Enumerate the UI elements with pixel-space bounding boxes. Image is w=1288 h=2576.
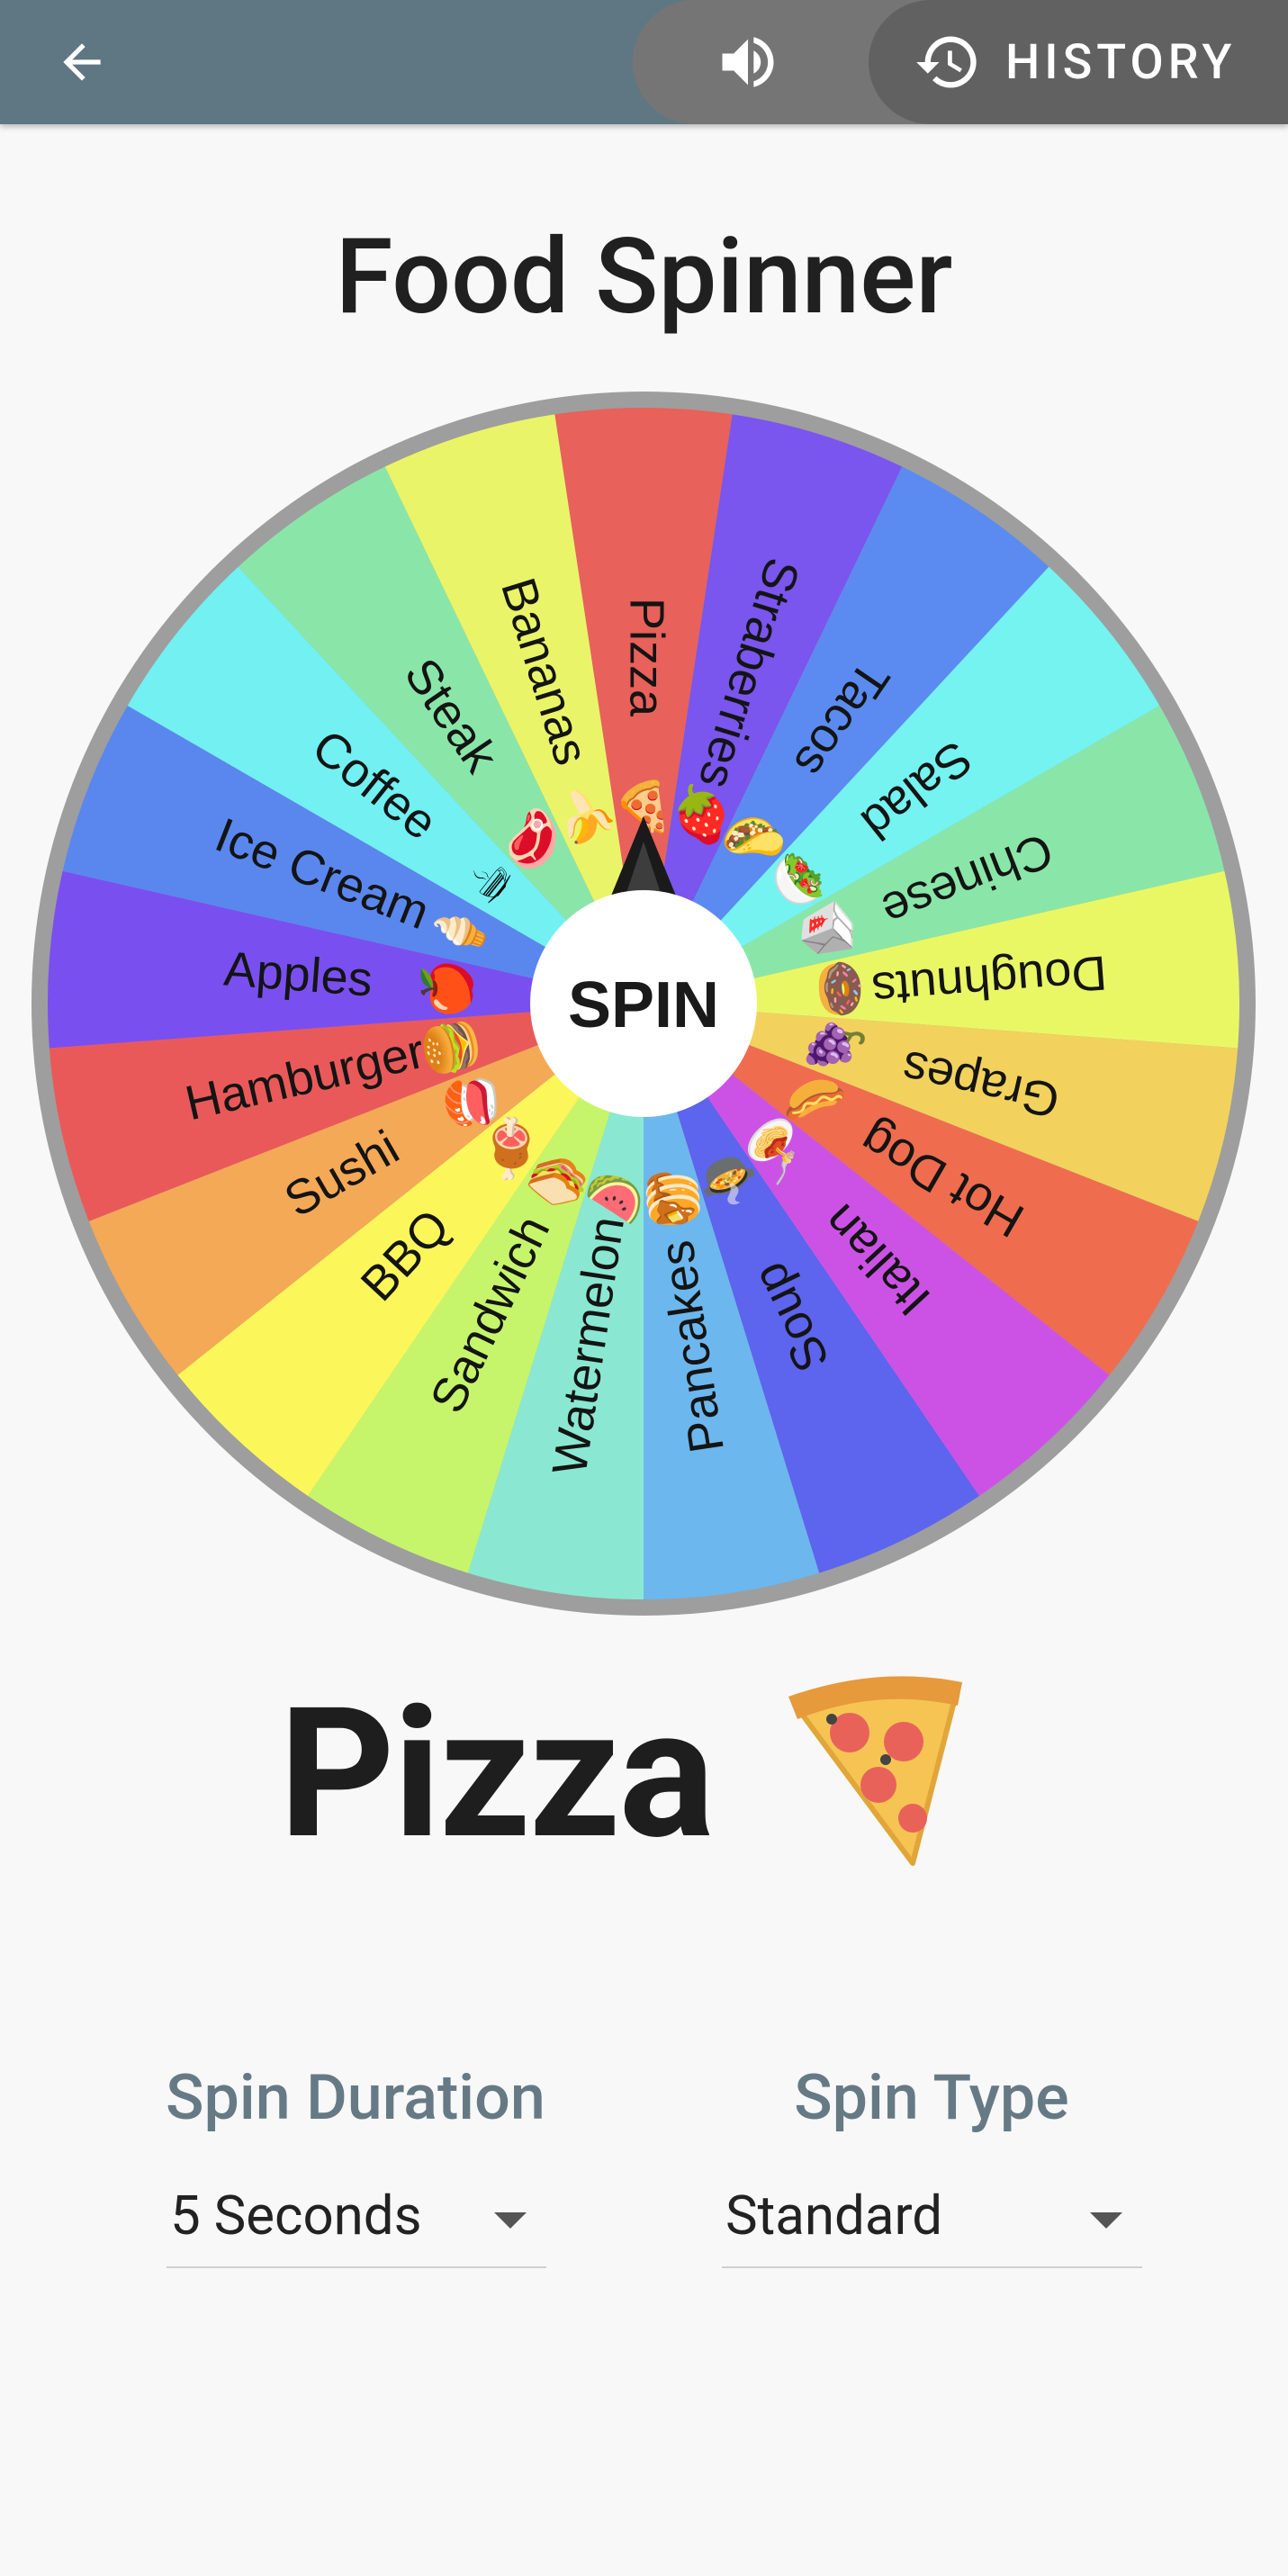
food-emoji-icon: 🥞 bbox=[638, 1164, 707, 1230]
result-label: Pizza bbox=[279, 1667, 715, 1879]
history-button[interactable]: HISTORY bbox=[869, 0, 1288, 124]
back-button[interactable] bbox=[43, 23, 121, 101]
spin-type-label: Spin Type bbox=[794, 2061, 1069, 2135]
pizza-icon bbox=[788, 1676, 963, 1866]
chevron-down-icon bbox=[1090, 2212, 1122, 2229]
spin-type-dropdown[interactable]: Standard bbox=[722, 2178, 1142, 2268]
app-bar: HISTORY bbox=[0, 0, 1288, 124]
page-title: Food Spinner bbox=[335, 216, 953, 338]
wheel-segment-label: Apples bbox=[222, 941, 374, 1006]
wheel-graphic: Pizza🍕Straberries🍓Tacos🌮 Salad🥗 Chinese🥡Do… bbox=[32, 392, 1256, 1616]
spin-duration-dropdown[interactable]: 5 Seconds bbox=[167, 2178, 546, 2268]
chevron-down-icon bbox=[494, 2212, 527, 2229]
spin-duration-value: 5 Seconds bbox=[170, 2184, 422, 2247]
history-label: HISTORY bbox=[1005, 33, 1237, 91]
spinner-wheel[interactable]: Pizza 🍕 Straberries 🍓 Tacos 🌮 Salad 🥗 Chinese 🥡 Do… bbox=[32, 392, 1256, 1616]
volume-icon bbox=[722, 37, 774, 87]
result-display: Pizza bbox=[279, 1661, 1089, 1886]
history-icon bbox=[916, 36, 977, 88]
spin-type-value: Standard bbox=[725, 2184, 943, 2247]
spin-duration-label: Spin Duration bbox=[166, 2061, 545, 2135]
spin-button[interactable]: SPIN bbox=[530, 890, 757, 1117]
spin-button-label[interactable]: SPIN bbox=[568, 969, 719, 1041]
wheel-segment-label: Pizza bbox=[620, 598, 674, 717]
arrow-left-icon bbox=[63, 43, 101, 81]
